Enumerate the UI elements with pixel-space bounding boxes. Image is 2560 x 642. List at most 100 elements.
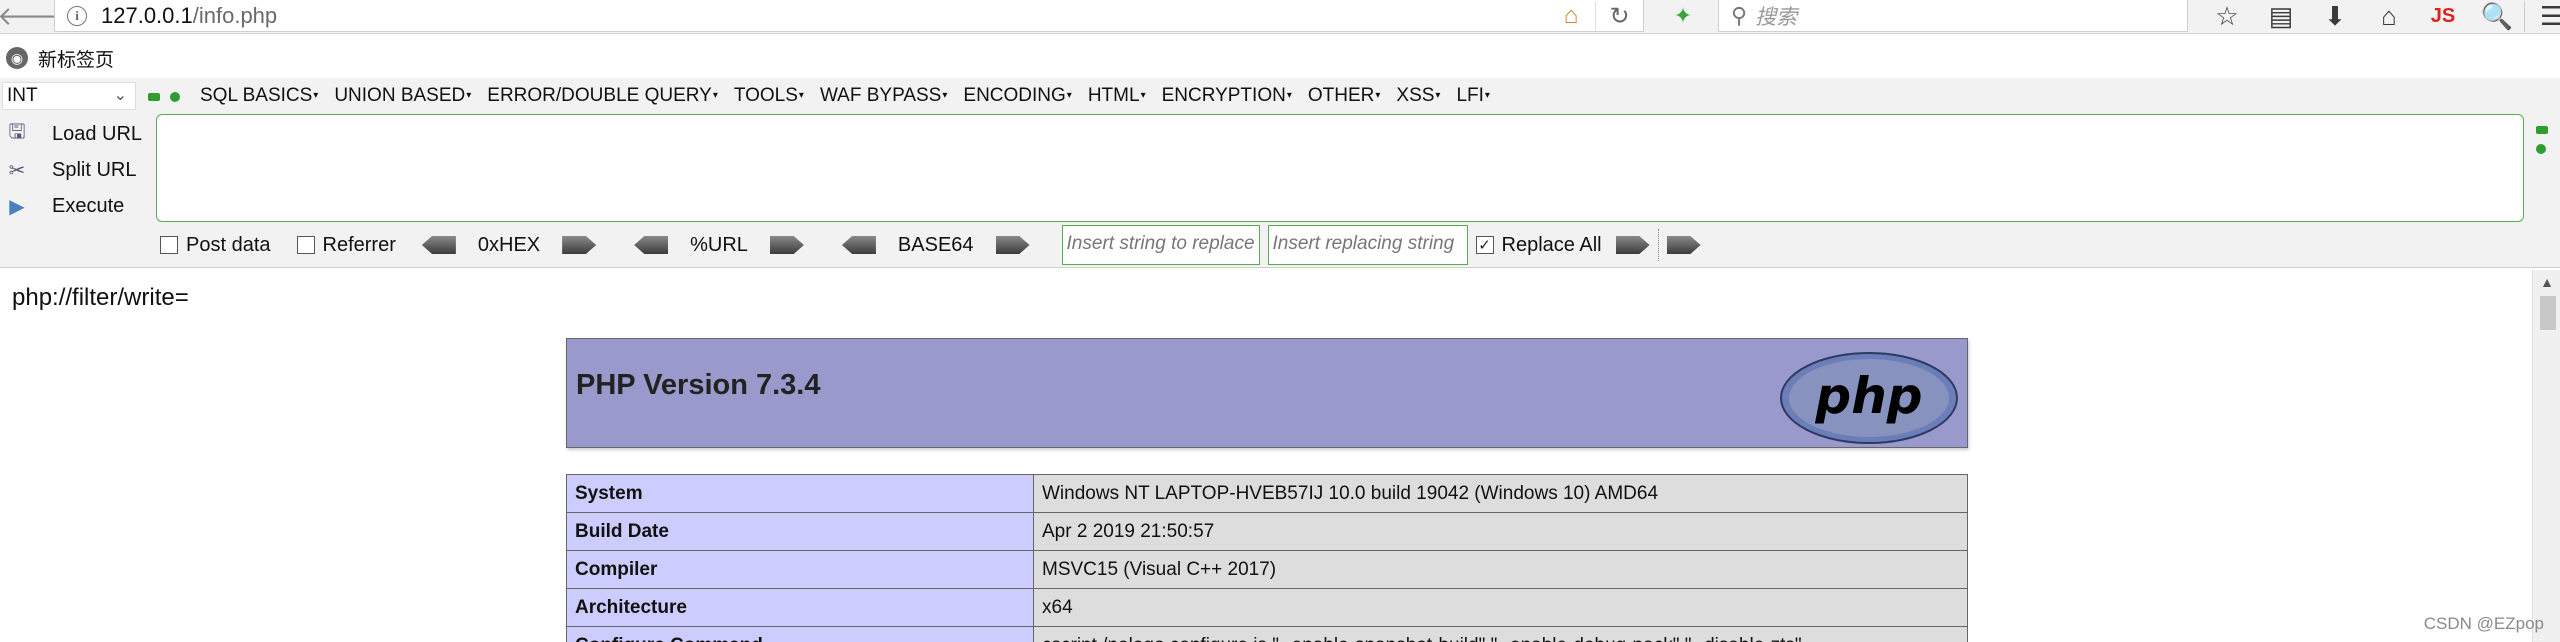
split-url-label: Split URL xyxy=(52,158,137,181)
dropdown-arrow-icon: ▾ xyxy=(1375,90,1381,102)
plus-icon[interactable] xyxy=(170,92,180,102)
table-row: Compiler MSVC15 (Visual C++ 2017) xyxy=(566,550,1968,589)
execute-button[interactable]: ▶ Execute xyxy=(4,188,142,224)
row-key: Configure Command xyxy=(566,626,1034,642)
replace-all-checkbox[interactable]: ✓ xyxy=(1475,236,1494,254)
base64-decode-arrow-icon[interactable] xyxy=(841,236,876,254)
magnifier-extension-icon[interactable]: 🔍 xyxy=(2470,1,2524,32)
insert-string-input[interactable]: Insert string to replace xyxy=(1061,225,1260,265)
javascript-toggle-icon[interactable]: JS xyxy=(2416,5,2470,28)
reading-list-icon[interactable]: ▤ xyxy=(2254,1,2308,32)
download-icon[interactable]: ⬇ xyxy=(2308,1,2362,32)
address-bar[interactable]: i 127.0.0.1/info.php ⌂ ↻ xyxy=(54,0,1644,32)
hex-decode-arrow-icon[interactable] xyxy=(421,236,456,254)
search-icon: ⚲ xyxy=(1731,2,1748,28)
bookmark-new-tab[interactable]: 新标签页 xyxy=(38,45,114,72)
dropdown-arrow-icon: ▾ xyxy=(466,90,472,102)
url-text[interactable]: 127.0.0.1/info.php xyxy=(101,3,277,29)
dropdown-arrow-icon: ▾ xyxy=(1286,90,1292,102)
search-input[interactable]: 搜索 xyxy=(1755,1,1797,31)
page-output-text: php://filter/write= xyxy=(12,284,189,311)
replacing-string-input[interactable]: Insert replacing string xyxy=(1267,225,1468,265)
hackbar-url-textarea[interactable] xyxy=(156,114,2524,222)
globe-icon: ◉ xyxy=(6,47,28,69)
extension-icon[interactable]: ✦ xyxy=(1660,0,1706,32)
url-host: 127.0.0.1 xyxy=(101,2,193,28)
table-row: Build Date Apr 2 2019 21:50:57 xyxy=(566,512,1968,551)
textarea-grow-icon[interactable] xyxy=(2536,144,2546,154)
back-button[interactable]: 🡐 xyxy=(0,0,67,32)
php-version-title: PHP Version 7.3.4 xyxy=(576,369,821,401)
referrer-label: Referrer xyxy=(322,233,396,256)
menu-sql-basics[interactable]: SQL BASICS▾ xyxy=(200,85,318,107)
go-arrow-icon[interactable] xyxy=(1666,236,1701,254)
menu-other[interactable]: OTHER▾ xyxy=(1308,85,1381,107)
load-url-button[interactable]: 🖫 Load URL xyxy=(4,116,142,152)
split-url-button[interactable]: ✂ Split URL xyxy=(4,152,142,188)
load-url-label: Load URL xyxy=(52,122,143,145)
info-icon[interactable]: i xyxy=(67,5,87,26)
referrer-checkbox[interactable] xyxy=(296,236,315,254)
row-key: Build Date xyxy=(566,512,1034,551)
row-value: Apr 2 2019 21:50:57 xyxy=(1033,512,1968,551)
menu-error-double-query[interactable]: ERROR/DOUBLE QUERY▾ xyxy=(487,85,718,107)
menu-lfi[interactable]: LFI▾ xyxy=(1456,85,1489,107)
base64-encode-arrow-icon[interactable] xyxy=(995,236,1030,254)
url-path: /info.php xyxy=(192,2,278,28)
menu-encoding[interactable]: ENCODING▾ xyxy=(963,85,1071,107)
dropdown-arrow-icon: ▾ xyxy=(1435,90,1441,102)
post-data-checkbox[interactable] xyxy=(160,236,178,254)
scroll-up-arrow-icon[interactable]: ▲ xyxy=(2533,274,2560,294)
dropdown-arrow-icon: ▾ xyxy=(1140,90,1146,102)
dropdown-arrow-icon: ▾ xyxy=(1066,90,1072,102)
menu-xss[interactable]: XSS▾ xyxy=(1396,85,1440,107)
row-value: MSVC15 (Visual C++ 2017) xyxy=(1033,550,1968,589)
minus-icon[interactable] xyxy=(148,93,160,101)
bookmarks-bar: ◉ 新标签页 xyxy=(0,44,114,72)
url-encode-label: %URL xyxy=(690,233,748,256)
row-key: Compiler xyxy=(566,550,1034,589)
search-bar[interactable]: ⚲ 搜索 xyxy=(1718,0,2188,32)
dropdown-arrow-icon: ▾ xyxy=(712,90,718,102)
textarea-shrink-icon[interactable] xyxy=(2536,126,2548,134)
scissors-icon: ✂ xyxy=(8,159,26,182)
scroll-thumb[interactable] xyxy=(2540,296,2556,330)
row-key: System xyxy=(566,474,1034,513)
hackbar-options-row: Post data Referrer 0xHEX %URL BASE64 Ins… xyxy=(160,225,1701,265)
dropdown-arrow-icon: ▾ xyxy=(798,90,804,102)
hex-label: 0xHEX xyxy=(477,233,541,256)
menu-union-based[interactable]: UNION BASED▾ xyxy=(334,85,471,107)
url-encode-arrow-icon[interactable] xyxy=(769,236,804,254)
php-logo: php xyxy=(1780,352,1958,444)
injection-type-value: INT xyxy=(7,85,38,106)
reload-icon[interactable]: ↻ xyxy=(1595,1,1643,31)
load-url-icon: 🖫 xyxy=(8,121,26,143)
page-scrollbar[interactable]: ▲ xyxy=(2532,270,2560,642)
hackbar-panel: INT ⌄ SQL BASICS▾ UNION BASED▾ ERROR/DOU… xyxy=(0,78,2560,268)
php-version-header: PHP Version 7.3.4 php xyxy=(566,338,1968,448)
row-key: Architecture xyxy=(566,588,1034,627)
bookmark-star-icon[interactable]: ☆ xyxy=(2200,1,2254,32)
hex-encode-arrow-icon[interactable] xyxy=(562,236,597,254)
dropdown-arrow-icon: ▾ xyxy=(942,90,948,102)
hamburger-menu-icon[interactable]: ☰ xyxy=(2524,0,2560,32)
separator xyxy=(1657,229,1659,261)
injection-type-select[interactable]: INT ⌄ xyxy=(2,82,136,110)
menu-html[interactable]: HTML▾ xyxy=(1088,85,1146,107)
table-row: Architecture x64 xyxy=(566,588,1968,627)
menu-waf-bypass[interactable]: WAF BYPASS▾ xyxy=(820,85,947,107)
php-logo-text: php xyxy=(1814,367,1922,425)
watermark: CSDN @EZpop xyxy=(2423,614,2544,633)
replace-arrow-icon[interactable] xyxy=(1615,236,1650,254)
php-info-table: System Windows NT LAPTOP-HVEB57IJ 10.0 b… xyxy=(566,474,1968,642)
menu-encryption[interactable]: ENCRYPTION▾ xyxy=(1162,85,1292,107)
page-content: php://filter/write= PHP Version 7.3.4 ph… xyxy=(0,270,2532,642)
row-value: Windows NT LAPTOP-HVEB57IJ 10.0 build 19… xyxy=(1033,474,1968,513)
menu-tools[interactable]: TOOLS▾ xyxy=(734,85,804,107)
table-row: System Windows NT LAPTOP-HVEB57IJ 10.0 b… xyxy=(566,474,1968,513)
home-button-icon[interactable]: ⌂ xyxy=(2362,1,2416,32)
replace-all-label: Replace All xyxy=(1501,233,1602,256)
home-icon[interactable]: ⌂ xyxy=(1547,2,1595,30)
url-decode-arrow-icon[interactable] xyxy=(634,236,669,254)
toolbar: ☆ ▤ ⬇ ⌂ JS 🔍 ☰ xyxy=(2200,0,2560,32)
